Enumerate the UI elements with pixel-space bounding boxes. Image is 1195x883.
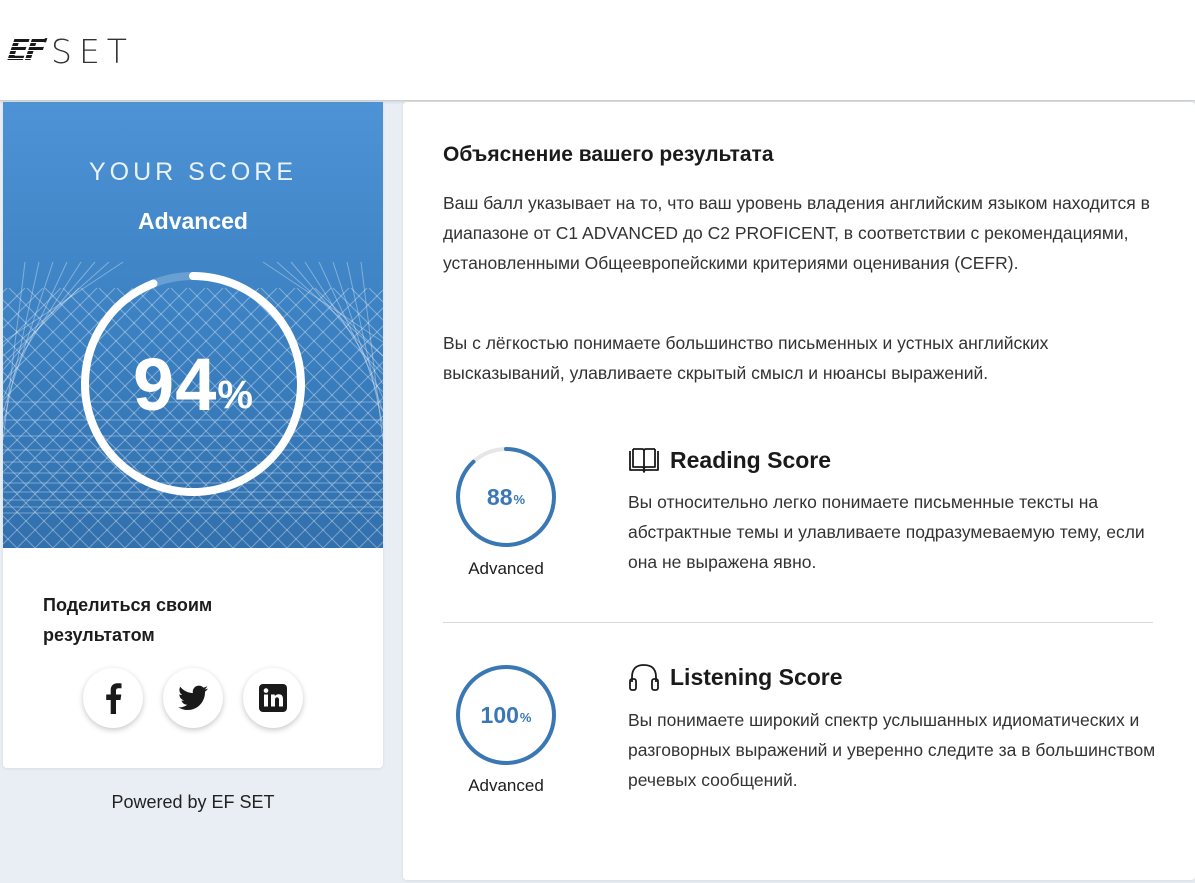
reading-score-number: 88 [486, 483, 513, 510]
reading-score-value: 88% [454, 445, 558, 549]
linkedin-icon [259, 684, 287, 712]
reading-title: Reading Score [670, 446, 832, 473]
facebook-icon [106, 683, 122, 714]
book-icon [629, 448, 659, 473]
logo-set: SET [51, 31, 134, 71]
explanation-card: Объяснение вашего результата Ваш балл ук… [403, 102, 1195, 880]
listening-level: Advanced [468, 776, 544, 795]
listening-score-number: 100 [480, 701, 519, 728]
listening-score-percent: % [519, 710, 532, 725]
powered-by-text: Powered by EF SET [111, 792, 275, 812]
ef-set-logo[interactable]: EF SET [5, 31, 134, 71]
explanation-paragraph-2: Вы с лёгкостью понимаете большинство пис… [443, 333, 1049, 383]
logo-ef: EF [5, 33, 46, 68]
listening-score-value: 100% [454, 663, 558, 767]
reading-level: Advanced [468, 559, 544, 578]
twitter-share-button[interactable] [163, 668, 223, 728]
listening-description: Вы понимаете широкий спектр услышанных и… [628, 710, 1156, 790]
overall-score-number: 94 [133, 342, 218, 426]
score-card: YOUR SCORE Advanced 94% Поделиться своим… [3, 102, 383, 768]
reading-score-percent: % [513, 492, 526, 507]
explanation-paragraph-1: Ваш балл указывает на то, что ваш уровен… [443, 193, 1150, 273]
score-panel: YOUR SCORE Advanced 94% [3, 102, 383, 548]
explanation-title: Объяснение вашего результата [443, 143, 774, 166]
reading-heading: Reading Score [628, 445, 831, 475]
listening-title: Listening Score [670, 663, 843, 690]
headphones-icon [629, 664, 659, 691]
overall-score-value: 94% [77, 268, 309, 500]
twitter-icon [178, 685, 208, 710]
your-score-heading: YOUR SCORE [88, 158, 298, 186]
section-divider [443, 622, 1153, 623]
overall-score-percent: % [217, 372, 253, 417]
listening-heading: Listening Score [628, 662, 843, 692]
reading-description: Вы относительно легко понимаете письменн… [628, 492, 1145, 572]
overall-level: Advanced [138, 208, 248, 234]
site-header: EF SET [0, 0, 1195, 101]
facebook-share-button[interactable] [83, 668, 143, 728]
linkedin-share-button[interactable] [243, 668, 303, 728]
share-title: Поделиться своим результатом [43, 595, 213, 645]
